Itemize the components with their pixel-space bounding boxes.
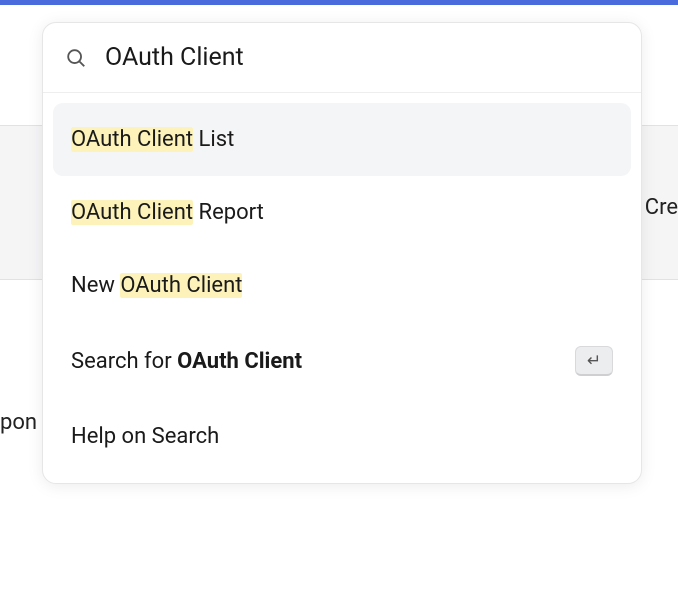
search-result-item[interactable]: OAuth Client List [53, 103, 631, 176]
search-result-item[interactable]: Search for OAuth Client ↵ [53, 322, 631, 400]
search-result-item[interactable]: Help on Search [53, 400, 631, 473]
search-result-item[interactable]: OAuth Client Report [53, 176, 631, 249]
search-result-label: Search for OAuth Client [71, 349, 302, 374]
search-result-label: OAuth Client Report [71, 200, 264, 225]
search-result-label: New OAuth Client [71, 273, 242, 298]
search-results-list: OAuth Client List OAuth Client Report New … [43, 93, 641, 483]
enter-key-icon: ↵ [575, 346, 613, 376]
search-input[interactable] [105, 43, 619, 72]
background-cut-text-right: Cre [645, 195, 678, 220]
background-cut-text-left: pon [0, 410, 37, 435]
search-icon [65, 47, 87, 69]
search-dropdown-panel: OAuth Client List OAuth Client Report New … [42, 22, 642, 484]
search-result-item[interactable]: New OAuth Client [53, 249, 631, 322]
search-input-row [43, 23, 641, 93]
search-result-label: OAuth Client List [71, 127, 234, 152]
search-result-label: Help on Search [71, 424, 219, 449]
top-accent-bar [0, 0, 678, 5]
